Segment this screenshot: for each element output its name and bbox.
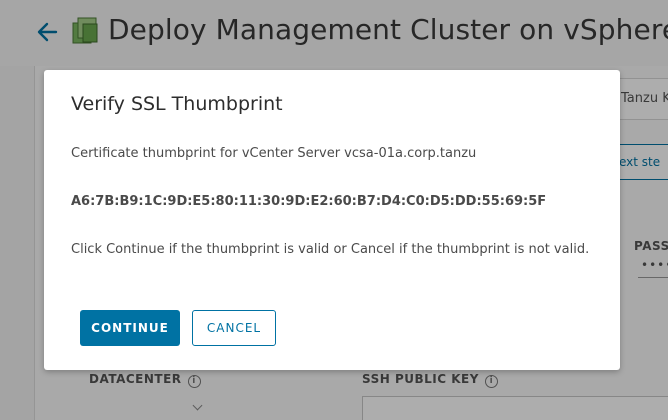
modal-description: Certificate thumbprint for vCenter Serve…	[71, 146, 477, 161]
thumbprint-value: A6:7B:B9:1C:9D:E5:80:11:30:9D:E2:60:B7:D…	[71, 194, 547, 209]
cancel-button[interactable]: CANCEL	[192, 310, 276, 346]
modal-title: Verify SSL Thumbprint	[71, 93, 283, 115]
modal-instruction: Click Continue if the thumbprint is vali…	[71, 242, 590, 257]
ssl-thumbprint-modal: Verify SSL Thumbprint Certificate thumbp…	[44, 70, 620, 370]
continue-button[interactable]: CONTINUE	[80, 310, 180, 346]
